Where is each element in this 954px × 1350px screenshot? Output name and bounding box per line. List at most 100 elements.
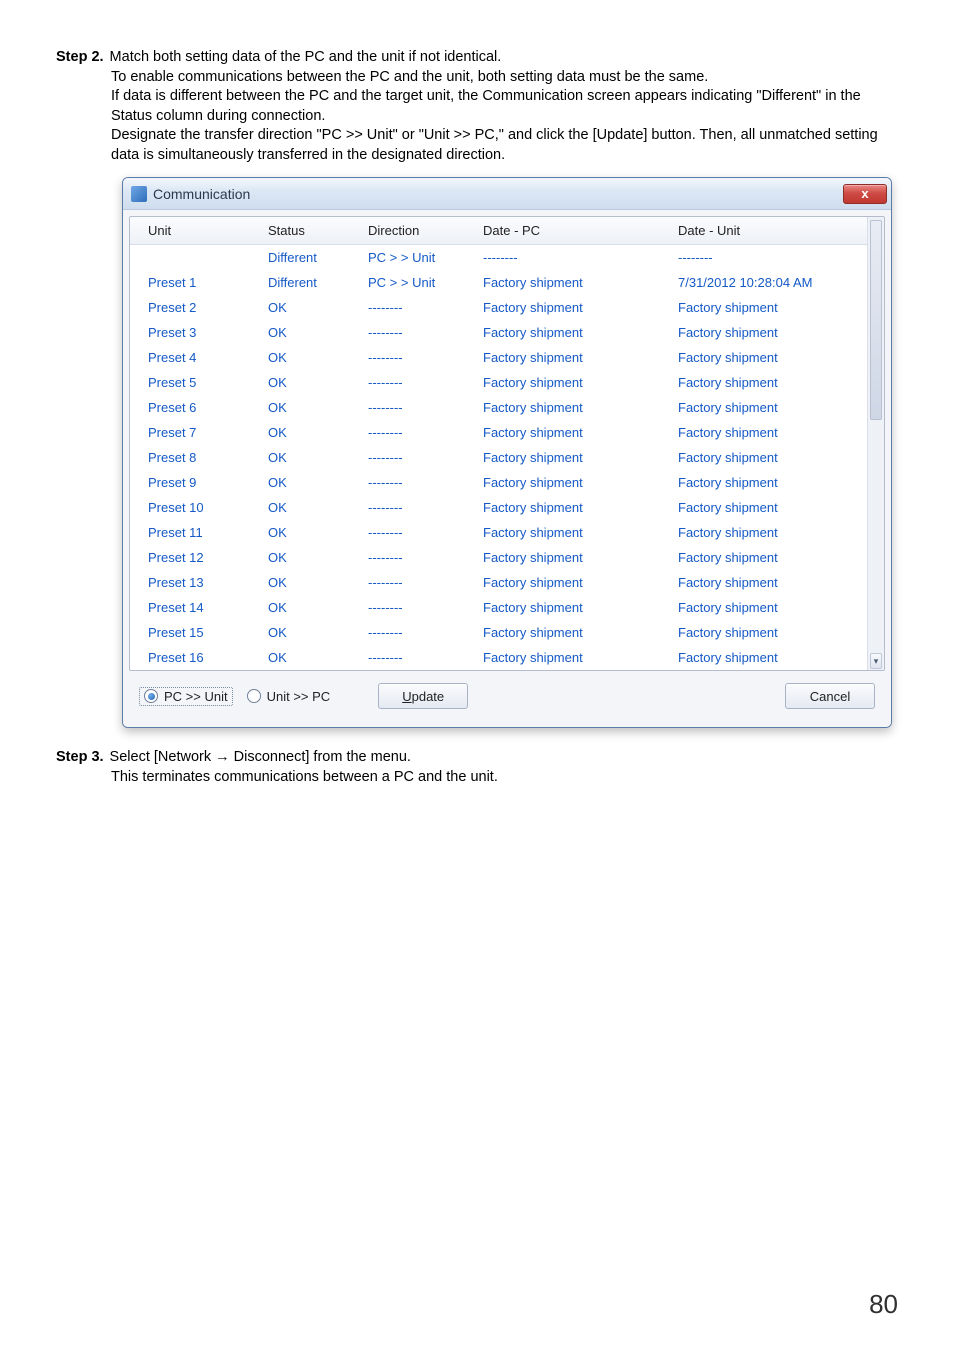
cell-status: OK bbox=[264, 574, 364, 591]
cell-unit: Preset 5 bbox=[144, 374, 264, 391]
cell-u: Factory shipment bbox=[674, 549, 874, 566]
cell-unit: Preset 9 bbox=[144, 474, 264, 491]
table-row[interactable]: Preset 10OK--------Factory shipmentFacto… bbox=[130, 495, 866, 520]
cell-status: OK bbox=[264, 549, 364, 566]
radio-unit-to-pc-label: Unit >> PC bbox=[267, 689, 331, 704]
table-row[interactable]: Preset 2OK--------Factory shipmentFactor… bbox=[130, 295, 866, 320]
cell-u: Factory shipment bbox=[674, 499, 874, 516]
table-row[interactable]: Preset 11OK--------Factory shipmentFacto… bbox=[130, 520, 866, 545]
table-row[interactable]: Preset 6OK--------Factory shipmentFactor… bbox=[130, 395, 866, 420]
cell-status: OK bbox=[264, 349, 364, 366]
table-row[interactable]: Preset 8OK--------Factory shipmentFactor… bbox=[130, 445, 866, 470]
cell-pc: Factory shipment bbox=[479, 299, 674, 316]
step3-block: Step 3. Select [Network → Disconnect] fr… bbox=[56, 748, 898, 787]
table-row[interactable]: Preset 15OK--------Factory shipmentFacto… bbox=[130, 620, 866, 645]
table-row[interactable]: Preset 1DifferentPC > > UnitFactory ship… bbox=[130, 270, 866, 295]
scrollbar-thumb[interactable] bbox=[870, 220, 882, 420]
cell-pc: Factory shipment bbox=[479, 349, 674, 366]
cancel-button[interactable]: Cancel bbox=[785, 683, 875, 709]
listview-header[interactable]: Unit Status Direction Date - PC Date - U… bbox=[130, 217, 884, 245]
table-row[interactable]: Preset 13OK--------Factory shipmentFacto… bbox=[130, 570, 866, 595]
cell-direction: -------- bbox=[364, 424, 479, 441]
cell-unit: Preset 8 bbox=[144, 449, 264, 466]
table-row[interactable]: Preset 16OK--------Factory shipmentFacto… bbox=[130, 645, 866, 670]
cell-pc: Factory shipment bbox=[479, 499, 674, 516]
window-title: Communication bbox=[153, 186, 250, 202]
cell-u: Factory shipment bbox=[674, 649, 874, 666]
app-icon bbox=[131, 186, 147, 202]
cell-status: Different bbox=[264, 249, 364, 266]
cell-unit: Preset 6 bbox=[144, 399, 264, 416]
cell-unit: Preset 13 bbox=[144, 574, 264, 591]
table-row[interactable]: Preset 14OK--------Factory shipmentFacto… bbox=[130, 595, 866, 620]
table-row[interactable]: Preset 9OK--------Factory shipmentFactor… bbox=[130, 470, 866, 495]
communication-window: Communication x Unit Status Direction Da… bbox=[122, 177, 892, 728]
cell-pc: Factory shipment bbox=[479, 374, 674, 391]
page-number: 80 bbox=[869, 1289, 898, 1320]
close-button[interactable]: x bbox=[843, 184, 887, 204]
cell-direction: PC > > Unit bbox=[364, 274, 479, 291]
cell-status: Different bbox=[264, 274, 364, 291]
step3-first: Select [Network → Disconnect] from the m… bbox=[110, 748, 411, 768]
cell-u: 7/31/2012 10:28:04 AM bbox=[674, 274, 874, 291]
cell-direction: -------- bbox=[364, 599, 479, 616]
table-row[interactable]: Preset 3OK--------Factory shipmentFactor… bbox=[130, 320, 866, 345]
cell-direction: -------- bbox=[364, 449, 479, 466]
update-button-hotkey: U bbox=[402, 689, 411, 704]
cell-u: Factory shipment bbox=[674, 349, 874, 366]
cell-unit: Preset 3 bbox=[144, 324, 264, 341]
cell-unit: Preset 15 bbox=[144, 624, 264, 641]
cell-unit: Preset 4 bbox=[144, 349, 264, 366]
cell-direction: -------- bbox=[364, 499, 479, 516]
radio-dot-icon bbox=[247, 689, 261, 703]
cell-direction: -------- bbox=[364, 324, 479, 341]
cell-status: OK bbox=[264, 599, 364, 616]
cell-u: Factory shipment bbox=[674, 574, 874, 591]
radio-unit-to-pc[interactable]: Unit >> PC bbox=[247, 689, 331, 704]
table-row[interactable]: DifferentPC > > Unit---------------- bbox=[130, 245, 866, 270]
cell-unit: Preset 14 bbox=[144, 599, 264, 616]
radio-pc-to-unit[interactable]: PC >> Unit bbox=[139, 687, 233, 706]
col-date-unit[interactable]: Date - Unit bbox=[674, 221, 874, 240]
close-icon: x bbox=[861, 186, 868, 201]
cell-pc: Factory shipment bbox=[479, 624, 674, 641]
step2-p1: To enable communications between the PC … bbox=[111, 68, 898, 88]
cell-pc: Factory shipment bbox=[479, 524, 674, 541]
cell-u: Factory shipment bbox=[674, 299, 874, 316]
cell-status: OK bbox=[264, 399, 364, 416]
table-row[interactable]: Preset 5OK--------Factory shipmentFactor… bbox=[130, 370, 866, 395]
cell-direction: -------- bbox=[364, 624, 479, 641]
cell-unit: Preset 11 bbox=[144, 524, 264, 541]
cell-pc: Factory shipment bbox=[479, 549, 674, 566]
col-direction[interactable]: Direction bbox=[364, 221, 479, 240]
cell-u: Factory shipment bbox=[674, 599, 874, 616]
table-row[interactable]: Preset 12OK--------Factory shipmentFacto… bbox=[130, 545, 866, 570]
scrollbar-down-icon[interactable]: ▾ bbox=[870, 653, 882, 669]
cell-u: -------- bbox=[674, 249, 874, 266]
titlebar[interactable]: Communication x bbox=[123, 178, 891, 210]
cancel-button-label: Cancel bbox=[810, 689, 850, 704]
cell-u: Factory shipment bbox=[674, 524, 874, 541]
cell-unit: Preset 10 bbox=[144, 499, 264, 516]
cell-direction: -------- bbox=[364, 349, 479, 366]
cell-status: OK bbox=[264, 624, 364, 641]
col-date-pc[interactable]: Date - PC bbox=[479, 221, 674, 240]
update-button[interactable]: Update bbox=[378, 683, 468, 709]
step3-label: Step 3. bbox=[56, 748, 104, 768]
cell-direction: -------- bbox=[364, 524, 479, 541]
cell-direction: -------- bbox=[364, 399, 479, 416]
scrollbar[interactable]: ▾ bbox=[867, 217, 884, 670]
col-unit[interactable]: Unit bbox=[144, 221, 264, 240]
cell-status: OK bbox=[264, 424, 364, 441]
col-status[interactable]: Status bbox=[264, 221, 364, 240]
cell-direction: PC > > Unit bbox=[364, 249, 479, 266]
cell-status: OK bbox=[264, 499, 364, 516]
cell-u: Factory shipment bbox=[674, 399, 874, 416]
cell-unit: Preset 16 bbox=[144, 649, 264, 666]
cell-status: OK bbox=[264, 374, 364, 391]
table-row[interactable]: Preset 7OK--------Factory shipmentFactor… bbox=[130, 420, 866, 445]
step3-p1: This terminates communications between a… bbox=[111, 768, 898, 788]
table-row[interactable]: Preset 4OK--------Factory shipmentFactor… bbox=[130, 345, 866, 370]
cell-unit bbox=[144, 249, 264, 266]
cell-status: OK bbox=[264, 524, 364, 541]
